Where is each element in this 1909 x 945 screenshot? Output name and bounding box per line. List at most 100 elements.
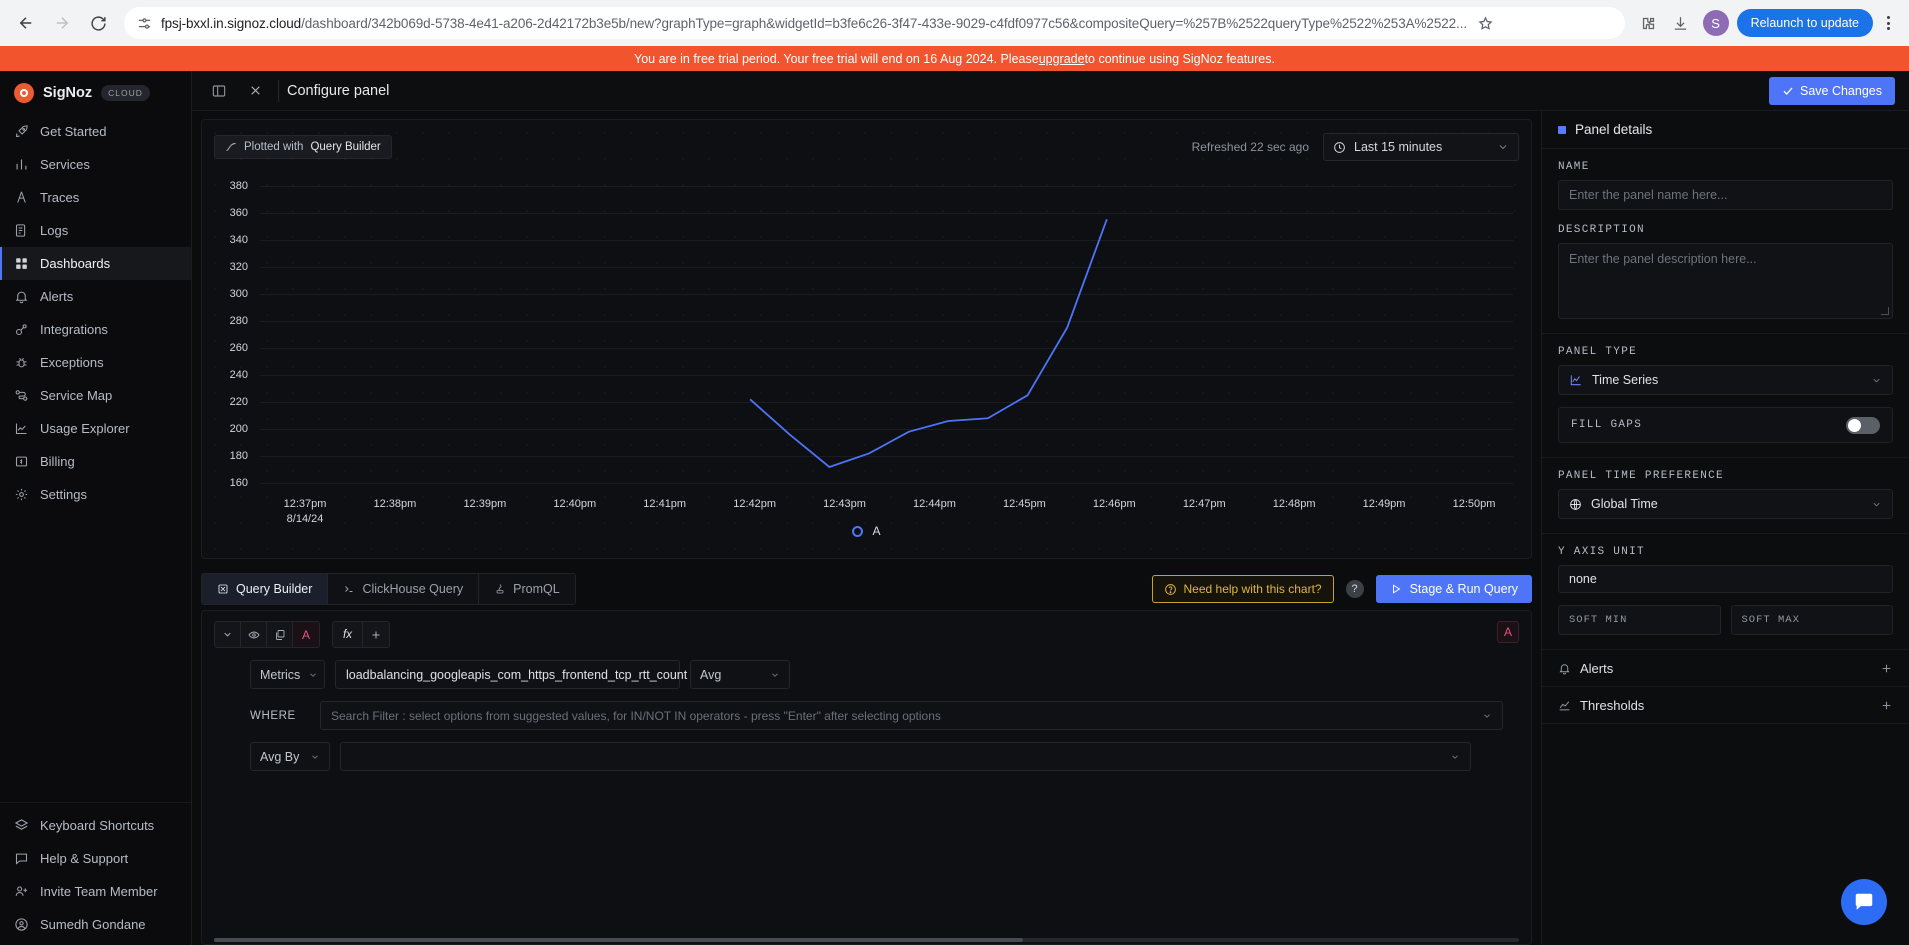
time-range-value: Last 15 minutes — [1354, 140, 1443, 154]
chevron-down-icon — [1871, 375, 1882, 386]
promql-icon — [496, 584, 504, 594]
data-source-select[interactable]: Metrics — [250, 660, 325, 689]
sidebar-nav: Get Started Services Traces Logs Dashboa… — [0, 115, 191, 511]
address-bar[interactable]: fpsj-bxxl.in.signoz.cloud/dashboard/342b… — [124, 7, 1625, 39]
chevron-down-icon — [308, 670, 318, 680]
where-filter-input[interactable]: Search Filter : select options from sugg… — [320, 701, 1503, 730]
chevron-down-icon[interactable] — [215, 622, 241, 647]
panel-description-textarea[interactable]: Enter the panel description here... — [1558, 243, 1893, 319]
alerts-accordion[interactable]: Alerts — [1542, 650, 1909, 687]
header-divider — [278, 79, 279, 102]
stage-run-query-button[interactable]: Stage & Run Query — [1375, 575, 1532, 603]
fill-gaps-toggle[interactable] — [1846, 416, 1880, 434]
time-preference-select[interactable]: Global Time — [1558, 489, 1893, 519]
add-alert-icon[interactable] — [1880, 662, 1893, 675]
extensions-icon[interactable] — [1635, 9, 1663, 37]
soft-max-field[interactable]: SOFT MAX — [1730, 605, 1893, 635]
help-icon[interactable]: ? — [1345, 580, 1364, 598]
chevron-down-icon — [310, 752, 320, 762]
save-changes-button[interactable]: Save Changes — [1768, 76, 1895, 105]
time-range-picker[interactable]: Last 15 minutes — [1323, 133, 1519, 161]
collapse-sidebar-icon[interactable] — [206, 78, 232, 104]
upgrade-link[interactable]: upgrade — [1039, 52, 1085, 66]
sidebar-item-usage-explorer[interactable]: Usage Explorer — [0, 412, 191, 445]
profile-avatar[interactable]: S — [1702, 10, 1729, 36]
relaunch-update-button[interactable]: Relaunch to update — [1736, 9, 1873, 37]
panel-header: Configure panel Save Changes — [192, 71, 1909, 111]
bug-icon — [14, 355, 29, 370]
query-tabs-row: Query Builder ClickHouse Query PromQL Ne… — [201, 568, 1532, 610]
thresholds-accordion[interactable]: Thresholds — [1542, 687, 1909, 724]
eye-icon[interactable] — [241, 622, 267, 647]
x-tick-label: 12:50pm — [1452, 498, 1496, 510]
copy-icon[interactable] — [267, 622, 293, 647]
trial-banner: You are in free trial period. Your free … — [0, 46, 1909, 71]
y-axis-unit-input[interactable]: none — [1558, 565, 1893, 593]
sidebar: SigNoz CLOUD Get Started Services Traces… — [0, 71, 192, 945]
bookmark-star-icon[interactable] — [1476, 9, 1494, 37]
sidebar-item-label: Billing — [40, 454, 75, 469]
chrome-menu-icon[interactable] — [1877, 16, 1899, 30]
query-builder-icon — [218, 584, 228, 594]
panel-type-select[interactable]: Time Series — [1558, 365, 1893, 395]
sidebar-footer: Keyboard Shortcuts Help & Support Invite… — [0, 802, 191, 945]
sidebar-item-settings[interactable]: Settings — [0, 478, 191, 511]
sidebar-item-keyboard-shortcuts[interactable]: Keyboard Shortcuts — [0, 809, 191, 842]
chevron-down-icon — [770, 670, 780, 680]
y-axis-unit-label: Y AXIS UNIT — [1558, 546, 1645, 558]
back-button[interactable] — [10, 7, 42, 39]
sidebar-item-services[interactable]: Services — [0, 148, 191, 181]
layers-icon — [14, 818, 29, 833]
brand-logo[interactable]: SigNoz CLOUD — [0, 71, 191, 115]
soft-min-field[interactable]: SOFT MIN — [1558, 605, 1721, 635]
need-help-button[interactable]: Need help with this chart? — [1151, 575, 1334, 603]
sidebar-item-logs[interactable]: Logs — [0, 214, 191, 247]
sidebar-item-billing[interactable]: Billing — [0, 445, 191, 478]
sidebar-item-label: Help & Support — [40, 851, 129, 866]
sidebar-item-service-map[interactable]: Service Map — [0, 379, 191, 412]
plotted-with-chip[interactable]: Plotted with Query Builder — [214, 135, 392, 159]
aggregation-select[interactable]: Avg — [690, 660, 790, 689]
app-root: SigNoz CLOUD Get Started Services Traces… — [0, 71, 1909, 945]
sidebar-item-label: Logs — [40, 223, 69, 238]
sidebar-item-integrations[interactable]: Integrations — [0, 313, 191, 346]
metric-name-input[interactable]: loadbalancing_googleapis_com_https_front… — [335, 660, 687, 689]
sidebar-item-traces[interactable]: Traces — [0, 181, 191, 214]
group-by-select[interactable]: Avg By — [250, 742, 330, 771]
letter-a-icon[interactable]: A — [293, 622, 319, 647]
tab-clickhouse-query[interactable]: ClickHouse Query — [328, 574, 480, 604]
intercom-chat-button[interactable] — [1841, 879, 1887, 925]
sidebar-item-dashboards[interactable]: Dashboards — [0, 247, 191, 280]
metric-row: Metrics loadbalancing_googleapis_com_htt… — [202, 648, 1531, 689]
panel-name-input[interactable]: Enter the panel name here... — [1558, 180, 1893, 210]
plotted-source: Query Builder — [310, 141, 381, 153]
close-panel-button[interactable] — [240, 76, 270, 106]
sidebar-item-help-support[interactable]: Help & Support — [0, 842, 191, 875]
horizontal-scrollbar[interactable] — [214, 938, 1519, 942]
tab-promql[interactable]: PromQL — [479, 574, 575, 604]
reload-button[interactable] — [82, 7, 114, 39]
plot-area[interactable]: 380 360 340 320 300 280 260 240 220 200 180 160 12:… — [202, 164, 1531, 544]
sidebar-item-exceptions[interactable]: Exceptions — [0, 346, 191, 379]
sidebar-item-invite-team-member[interactable]: Invite Team Member — [0, 875, 191, 908]
panel-details-marker-icon — [1558, 125, 1566, 134]
function-icon[interactable]: fx — [333, 622, 363, 647]
add-threshold-icon[interactable] — [1880, 699, 1893, 712]
sidebar-item-get-started[interactable]: Get Started — [0, 115, 191, 148]
group-by-input[interactable] — [340, 742, 1471, 771]
query-action-group: A — [214, 621, 320, 648]
sidebar-item-user-account[interactable]: Sumedh Gondane — [0, 908, 191, 941]
plus-icon[interactable] — [363, 622, 389, 647]
downloads-icon[interactable] — [1667, 9, 1695, 37]
forward-button[interactable] — [46, 7, 78, 39]
query-function-group: fx — [332, 621, 390, 648]
query-card: A fx Metrics loadbalancing_googleapis_co… — [201, 610, 1532, 945]
fill-gaps-row[interactable]: FILL GAPS — [1558, 407, 1893, 443]
chart-legend[interactable]: A — [202, 524, 1531, 538]
sidebar-item-alerts[interactable]: Alerts — [0, 280, 191, 313]
sidebar-item-label: Sumedh Gondane — [40, 917, 146, 932]
x-tick-label: 12:45pm — [1002, 498, 1046, 510]
run-query-label: Stage & Run Query — [1409, 582, 1518, 596]
site-settings-icon[interactable] — [136, 15, 152, 31]
tab-query-builder[interactable]: Query Builder — [202, 574, 329, 604]
